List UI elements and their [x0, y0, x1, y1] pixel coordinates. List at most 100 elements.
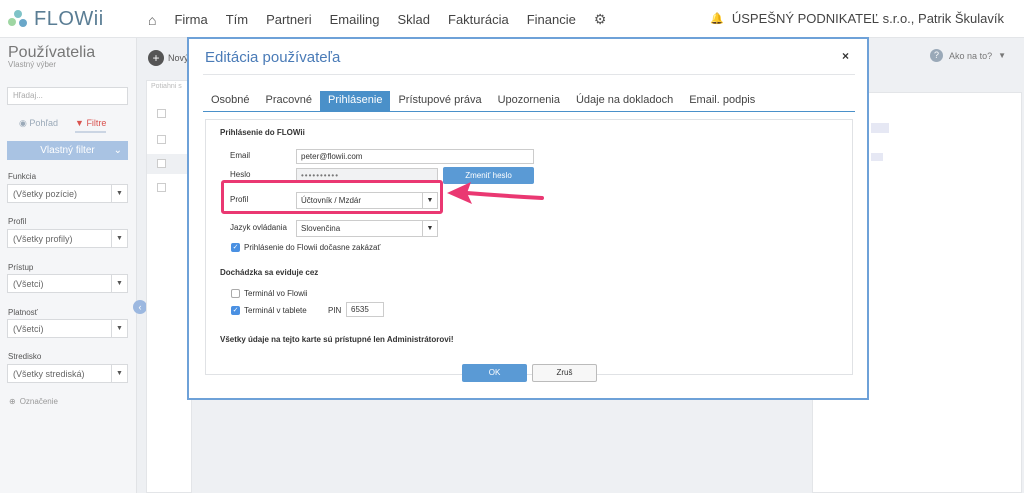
dialog-tabs: Osobné Pracovné Prihlásenie Prístupové p…: [203, 91, 855, 112]
terminal-tablet-checkbox[interactable]: ✓: [231, 306, 240, 315]
filter-value: (Všetky pozície): [13, 189, 78, 199]
nav-item-emailing[interactable]: Emailing: [330, 12, 380, 27]
chevron-down-icon: ▼: [998, 51, 1006, 60]
nav-item-firma[interactable]: Firma: [174, 12, 207, 27]
row-checkbox[interactable]: [157, 135, 166, 144]
plus-icon: +: [148, 50, 164, 66]
caret-down-icon: ▼: [111, 185, 127, 202]
attendance-section-title: Dochádzka sa eviduje cez: [220, 268, 319, 277]
flowii-logo-icon: [8, 9, 28, 30]
filter-label-platnost: Platnosť: [8, 308, 38, 317]
question-icon: ?: [930, 49, 944, 62]
terminal-tablet-label: Terminál v tablete: [244, 306, 307, 315]
pin-label: PIN: [328, 306, 342, 315]
ok-button[interactable]: OK: [462, 364, 527, 382]
nav-item-tim[interactable]: Tím: [226, 12, 248, 27]
tab-osobne[interactable]: Osobné: [203, 91, 258, 111]
profile-highlight-box: [221, 180, 443, 214]
filter-select-profil[interactable]: (Všetky profily) ▼: [7, 229, 128, 248]
filter-select-funkcia[interactable]: (Všetky pozície) ▼: [7, 184, 128, 203]
nav-item-partneri[interactable]: Partneri: [266, 12, 312, 27]
filter-label-profil: Profil: [8, 217, 27, 226]
tab-udaje-na-dokladoch[interactable]: Údaje na dokladoch: [568, 91, 681, 111]
company-name: ÚSPEŠNÝ PODNIKATEĽ s.r.o., Patrik Škulav…: [731, 11, 1004, 26]
custom-filter-label: Vlastný filter: [40, 145, 95, 156]
chevron-down-icon: ⌄: [113, 145, 122, 156]
tab-filters[interactable]: ▼ Filtre: [75, 118, 107, 133]
nav-item-fakturacia[interactable]: Fakturácia: [448, 12, 509, 27]
caret-down-icon: ▼: [111, 230, 127, 247]
select-all-checkbox[interactable]: [157, 109, 166, 118]
filter-value: (Všetci): [13, 324, 44, 334]
filter-select-platnost[interactable]: (Všetci) ▼: [7, 319, 128, 338]
tab-email-podpis[interactable]: Email. podpis: [681, 91, 763, 111]
tab-pristupove-prava[interactable]: Prístupové práva: [390, 91, 489, 111]
caret-down-icon: ▼: [111, 320, 127, 337]
bell-icon[interactable]: 🔔: [710, 12, 724, 25]
terminal-flowii-checkbox[interactable]: [231, 289, 240, 298]
pin-field[interactable]: 6535: [346, 302, 384, 317]
filter-icon: ▼: [75, 118, 84, 128]
close-icon[interactable]: ×: [842, 49, 849, 63]
main-nav: ⌂ Firma Tím Partneri Emailing Sklad Fakt…: [148, 11, 606, 28]
filter-value: (Všetky profily): [13, 234, 73, 244]
password-label: Heslo: [230, 170, 251, 179]
row-checkbox[interactable]: [157, 183, 166, 192]
filter-value: (Všetci): [13, 279, 44, 289]
blurred-content: [871, 153, 883, 161]
new-label: Nový: [168, 53, 189, 63]
company-info[interactable]: 🔔 ÚSPEŠNÝ PODNIKATEĽ s.r.o., Patrik Škul…: [710, 11, 1004, 26]
language-label: Jazyk ovládania: [230, 223, 287, 232]
tab-prihlasenie[interactable]: Prihlásenie: [320, 91, 391, 111]
filter-value: (Všetky strediská): [13, 369, 85, 379]
login-section-title: Prihlásenie do FLOWii: [220, 128, 305, 137]
edit-user-dialog: Editácia používateľa × Osobné Pracovné P…: [187, 37, 869, 400]
home-icon[interactable]: ⌂: [148, 12, 156, 28]
nav-item-financie[interactable]: Financie: [527, 12, 576, 27]
help-label: Ako na to?: [949, 50, 993, 61]
blurred-content: [871, 123, 889, 133]
caret-down-icon: ▼: [422, 221, 437, 236]
divider: [203, 74, 855, 75]
tab-view[interactable]: ◉ Pohľad: [19, 118, 58, 129]
search-input[interactable]: Hľadaj...: [7, 87, 128, 105]
language-value: Slovenčina: [301, 224, 341, 233]
help-link[interactable]: ? Ako na to? ▼: [930, 49, 1006, 62]
filter-select-pristup[interactable]: (Všetci) ▼: [7, 274, 128, 293]
login-panel: Prihlásenie do FLOWii Email peter@flowii…: [205, 119, 853, 375]
sidebar-subtitle: Vlastný výber: [8, 60, 57, 69]
language-select[interactable]: Slovenčina ▼: [296, 220, 438, 237]
list-header: Potiahni s: [151, 83, 182, 90]
disable-login-checkbox[interactable]: ✓: [231, 243, 240, 252]
cancel-button[interactable]: Zruš: [532, 364, 597, 382]
pointer-arrow-icon: [447, 182, 544, 204]
filter-label-funkcia: Funkcia: [8, 172, 37, 181]
terminal-flowii-label: Terminál vo Flowii: [244, 289, 308, 298]
email-label: Email: [230, 151, 251, 160]
gear-icon[interactable]: ⚙: [594, 11, 607, 28]
user-list: Potiahni s: [146, 80, 193, 493]
caret-down-icon: ▼: [111, 365, 127, 382]
disable-login-label: Prihlásenie do Flowii dočasne zakázať: [244, 243, 381, 252]
filter-label-stredisko: Stredisko: [8, 352, 42, 361]
dialog-title: Editácia používateľa: [205, 49, 341, 66]
sidebar: Používatelia Vlastný výber Hľadaj... ◉ P…: [0, 38, 137, 493]
brand-name: FLOWii: [34, 8, 104, 30]
email-field[interactable]: peter@flowii.com: [296, 149, 534, 164]
tab-pracovne[interactable]: Pracovné: [258, 91, 320, 111]
top-bar: FLOWii ⌂ Firma Tím Partneri Emailing Skl…: [0, 0, 1024, 38]
plus-circle-icon: ⊕: [9, 397, 16, 406]
row-checkbox[interactable]: [157, 159, 166, 168]
custom-filter-button[interactable]: Vlastný filter ⌄: [7, 141, 128, 160]
nav-item-sklad[interactable]: Sklad: [397, 12, 430, 27]
tab-upozornenia[interactable]: Upozornenia: [490, 91, 568, 111]
filter-select-stredisko[interactable]: (Všetky strediská) ▼: [7, 364, 128, 383]
new-user-button[interactable]: + Nový: [148, 50, 189, 66]
sidebar-tabs: ◉ Pohľad ▼ Filtre: [7, 116, 128, 134]
eye-icon: ◉: [19, 118, 27, 128]
logo[interactable]: FLOWii: [8, 8, 104, 31]
tab-view-label: Pohľad: [29, 118, 59, 128]
filter-label-pristup: Prístup: [8, 263, 34, 272]
tag-filter[interactable]: ⊕ Označenie: [9, 397, 58, 406]
tab-filters-label: Filtre: [86, 118, 107, 128]
